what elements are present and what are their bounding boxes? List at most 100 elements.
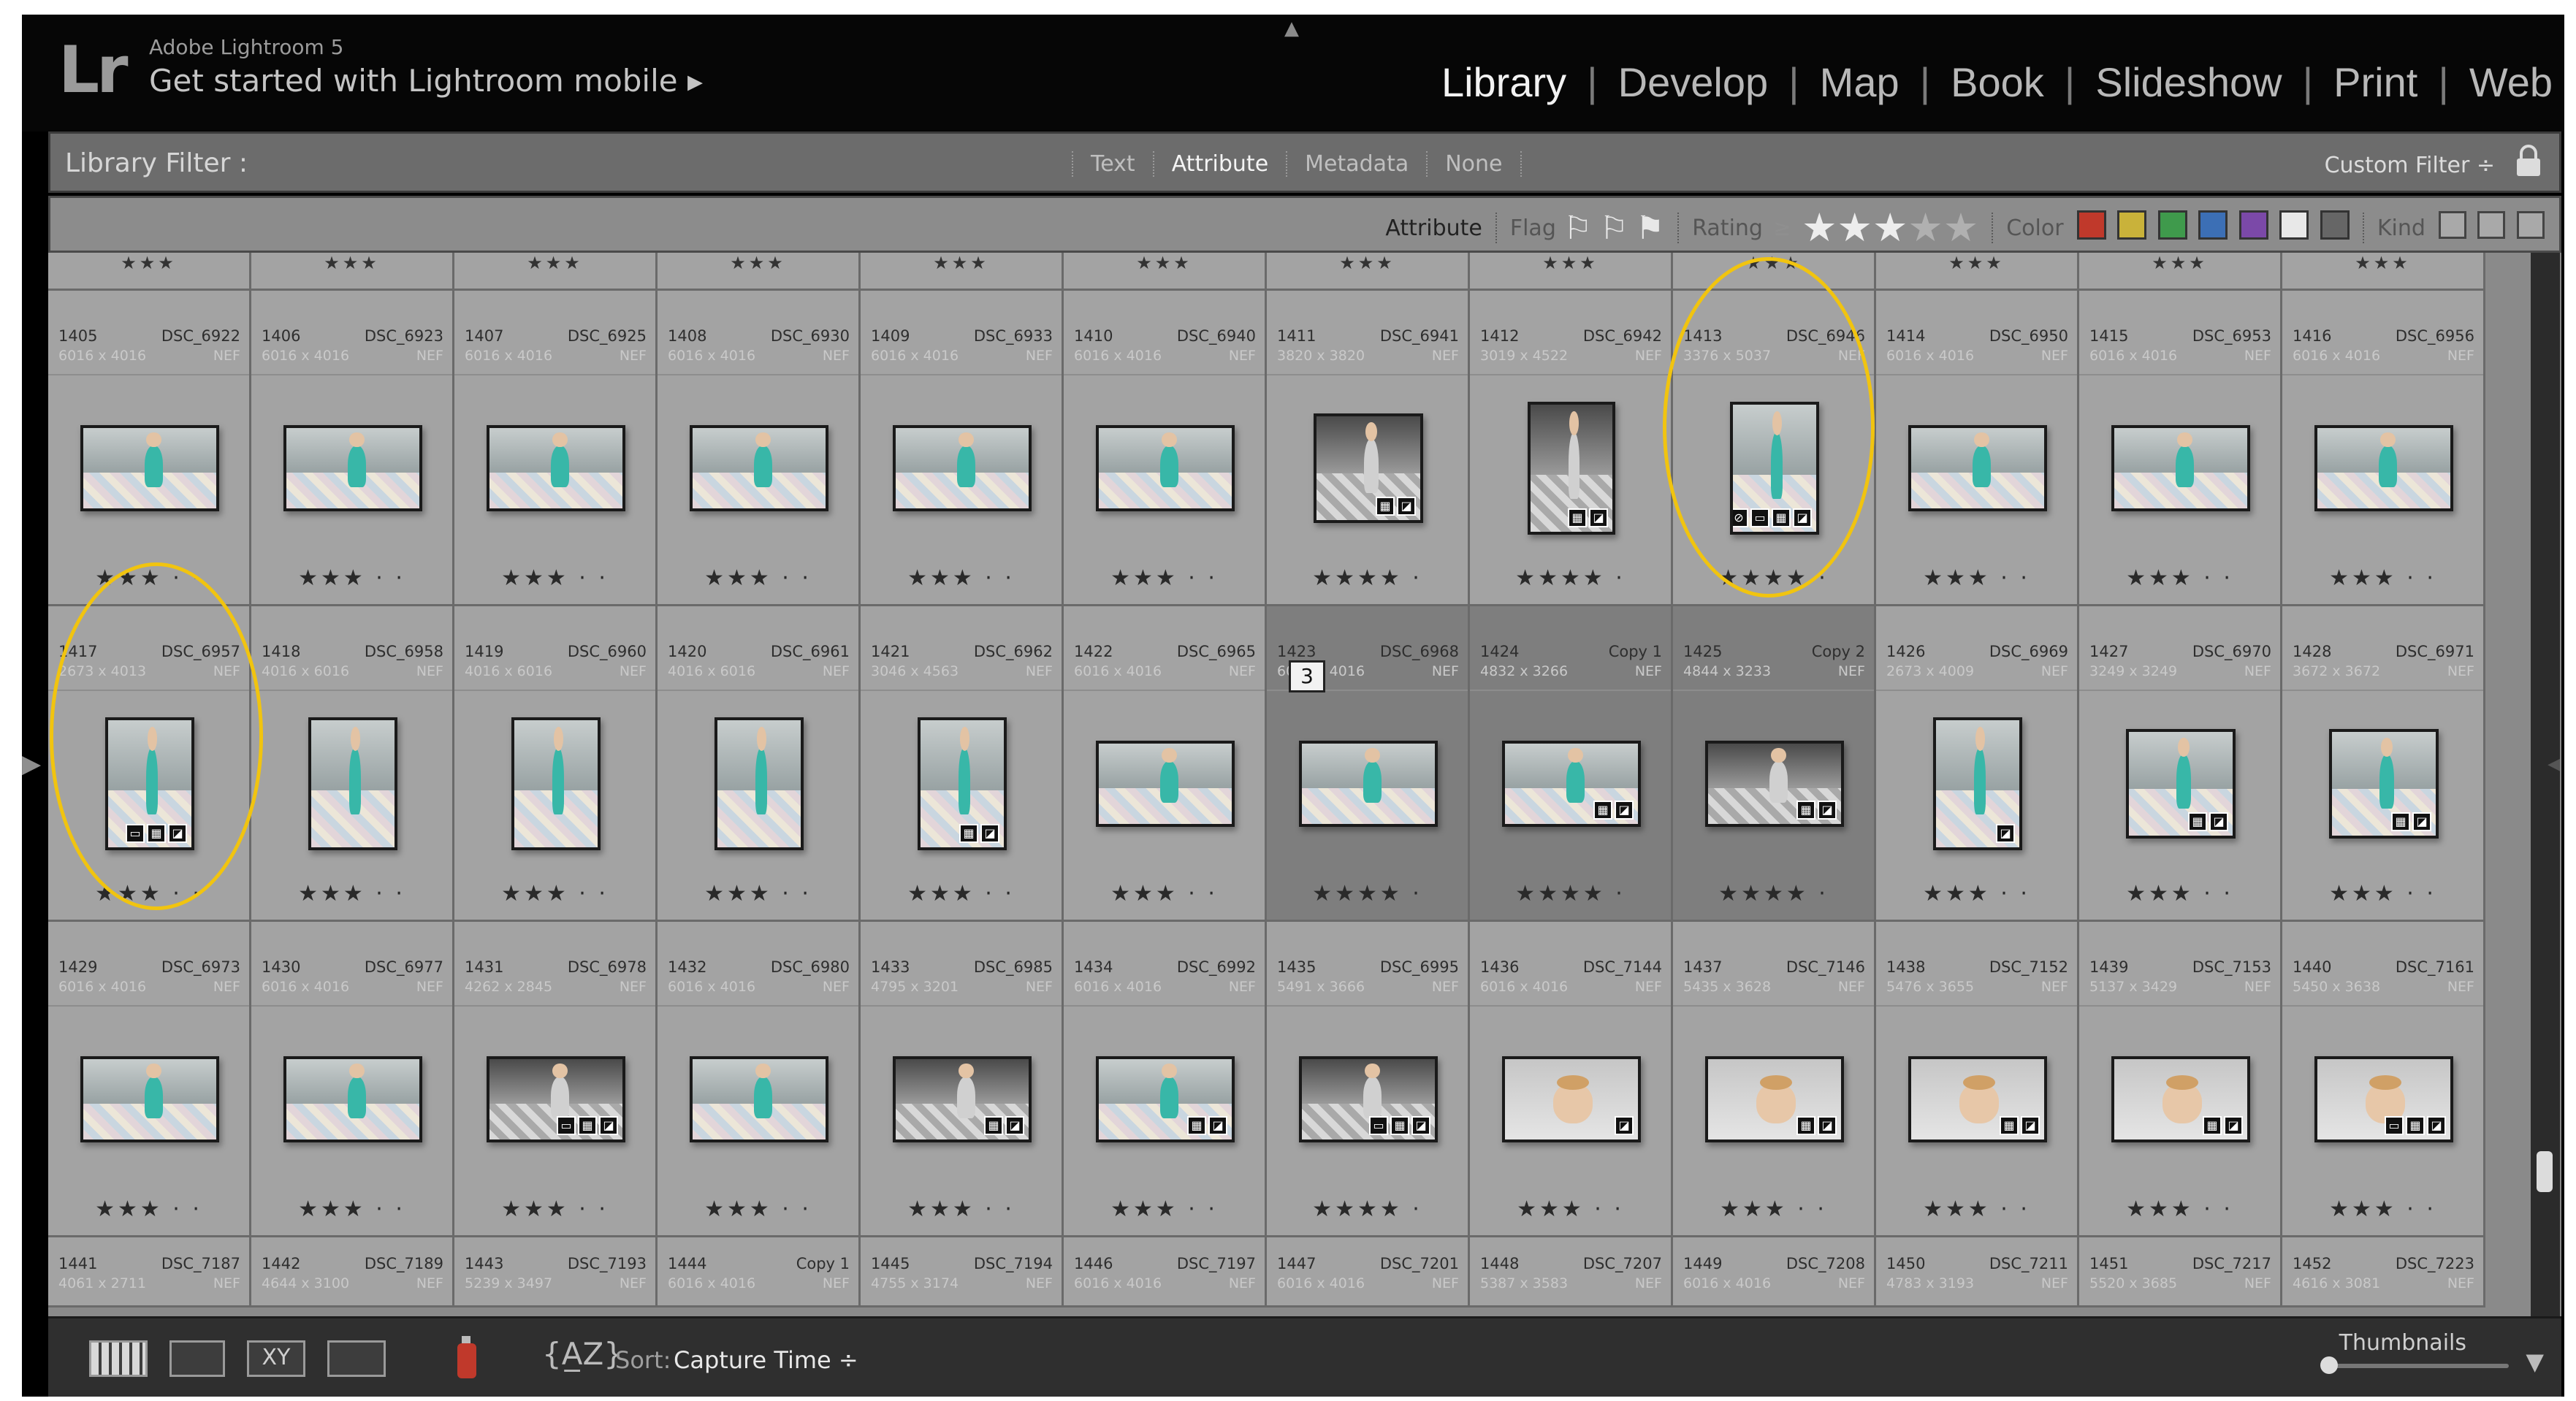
- photo-thumbnail[interactable]: [283, 1056, 422, 1142]
- photo-thumbnail[interactable]: [690, 425, 828, 511]
- rating-stars[interactable]: ★★★★ ·: [1470, 565, 1671, 591]
- photo-thumbnail[interactable]: ◪: [1502, 1056, 1641, 1142]
- grid-cell-partial[interactable]: ★★★: [2079, 253, 2282, 291]
- grid-cell[interactable]: 1407 DSC_6925 6016 x 4016 NEF ★★★ · ·: [454, 291, 658, 606]
- right-panel-toggle-icon[interactable]: ◀: [2548, 755, 2560, 774]
- photo-thumbnail[interactable]: [690, 1056, 828, 1142]
- rating-stars[interactable]: ★★★ · ·: [658, 565, 858, 591]
- develop-adjusted-icon[interactable]: ◪: [980, 824, 999, 843]
- photo-thumbnail[interactable]: ▦ ◪: [1705, 1056, 1844, 1142]
- photo-thumbnail[interactable]: ◪: [1933, 717, 2022, 850]
- mobile-link[interactable]: Get started with Lightroom mobile ▸: [149, 63, 703, 99]
- kind-virtual-copy-icon[interactable]: [2477, 211, 2506, 239]
- photo-thumbnail[interactable]: ▦ ◪: [1705, 741, 1844, 827]
- grid-cell[interactable]: 1437 DSC_7146 5435 x 3628 NEF ▦ ◪ ★★★ · ·: [1673, 922, 1876, 1237]
- cropped-icon[interactable]: ▦: [1568, 508, 1587, 527]
- grid-cell[interactable]: 1433 DSC_6985 4795 x 3201 NEF ▦ ◪ ★★★ · ·: [861, 922, 1064, 1237]
- rating-stars[interactable]: ★★★ · ·: [2282, 565, 2483, 591]
- photo-thumbnail[interactable]: [283, 425, 422, 511]
- rating-stars[interactable]: ★★★ · ·: [251, 881, 452, 906]
- grid-cell[interactable]: 1439 DSC_7153 5137 x 3429 NEF ▦ ◪ ★★★ · ·: [2079, 922, 2282, 1237]
- develop-adjusted-icon[interactable]: ◪: [1793, 508, 1812, 527]
- lock-icon[interactable]: [2514, 144, 2543, 179]
- grid-view-icon[interactable]: [89, 1340, 148, 1377]
- thumbnail-size-slider[interactable]: [2320, 1356, 2509, 1374]
- grid-cell-partial[interactable]: ★★★: [1064, 253, 1267, 291]
- photo-thumbnail[interactable]: [1908, 425, 2047, 511]
- flag-rejected-icon[interactable]: ⚑: [1636, 210, 1664, 247]
- develop-adjusted-icon[interactable]: ◪: [1615, 801, 1634, 820]
- survey-view-icon[interactable]: [327, 1340, 386, 1377]
- cropped-icon[interactable]: ▦: [2406, 1116, 2425, 1135]
- photo-thumbnail[interactable]: ▦ ◪: [1314, 413, 1423, 523]
- grid-cell[interactable]: 1409 DSC_6933 6016 x 4016 NEF ★★★ · ·: [861, 291, 1064, 606]
- rating-stars[interactable]: ★★★ · ·: [251, 565, 452, 591]
- module-print[interactable]: Print: [2333, 58, 2417, 106]
- photo-thumbnail[interactable]: [2111, 425, 2250, 511]
- grid-cell[interactable]: 1435 DSC_6995 5491 x 3666 NEF ▭ ▦ ◪ ★★★★ ·: [1267, 922, 1470, 1237]
- cropped-icon[interactable]: ▦: [959, 824, 978, 843]
- cropped-icon[interactable]: ▦: [1376, 497, 1395, 516]
- photo-thumbnail[interactable]: ▦ ◪: [1528, 402, 1615, 535]
- cropped-icon[interactable]: ▦: [984, 1116, 1003, 1135]
- rating-star-icon[interactable]: ★: [1908, 208, 1943, 248]
- develop-adjusted-icon[interactable]: ◪: [1397, 497, 1416, 516]
- develop-adjusted-icon[interactable]: ◪: [1411, 1116, 1430, 1135]
- grid-cell[interactable]: 1441 DSC_7187 4061 x 2711 NEF: [48, 1237, 251, 1308]
- rating-stars[interactable]: ★★★ · ·: [2079, 881, 2280, 906]
- sort-dropdown[interactable]: Capture Time ÷: [674, 1346, 858, 1374]
- grid-cell[interactable]: 1408 DSC_6930 6016 x 4016 NEF ★★★ · ·: [658, 291, 861, 606]
- grid-cell[interactable]: 1419 DSC_6960 4016 x 6016 NEF ★★★ · ·: [454, 606, 658, 922]
- custom-filter-dropdown[interactable]: Custom Filter ÷: [2325, 153, 2495, 178]
- grid-cell[interactable]: 1434 DSC_6992 6016 x 4016 NEF ▦ ◪ ★★★ · ·: [1064, 922, 1267, 1237]
- color-swatch-custom[interactable]: [2279, 210, 2309, 240]
- rating-stars[interactable]: ★★★★ ·: [1267, 565, 1468, 591]
- color-swatch-none[interactable]: [2320, 210, 2350, 240]
- rating-star-icon[interactable]: ★: [1943, 208, 1978, 248]
- filter-tab-metadata[interactable]: Metadata: [1286, 151, 1426, 177]
- grid-cell[interactable]: 1442 DSC_7189 4644 x 3100 NEF: [251, 1237, 454, 1308]
- develop-adjusted-icon[interactable]: ◪: [1818, 1116, 1837, 1135]
- grid-cell[interactable]: 1443 DSC_7193 5239 x 3497 NEF: [454, 1237, 658, 1308]
- module-slideshow[interactable]: Slideshow: [2095, 58, 2282, 106]
- photo-thumbnail[interactable]: [715, 717, 804, 850]
- rating-stars[interactable]: ★★★ · ·: [1064, 881, 1265, 906]
- grid-cell[interactable]: 1451 DSC_7217 5520 x 3685 NEF: [2079, 1237, 2282, 1308]
- grid-cell[interactable]: 1447 DSC_7201 6016 x 4016 NEF: [1267, 1237, 1470, 1308]
- grid-cell[interactable]: 1452 DSC_7223 4616 x 3081 NEF: [2282, 1237, 2485, 1308]
- filter-tab-attribute[interactable]: Attribute: [1152, 151, 1286, 177]
- rating-stars[interactable]: ★★★★ ·: [1267, 881, 1468, 906]
- thumbnail-grid[interactable]: ★★★ ★★★ ★★★ ★★★ ★★★ ★★★ ★★★ ★★★ ★★★ ★★★ ★★★ ★★★ 1405…: [48, 253, 2561, 1316]
- photo-thumbnail[interactable]: ▦ ◪: [2111, 1056, 2250, 1142]
- grid-cell[interactable]: 1450 DSC_7211 4783 x 3193 NEF: [1876, 1237, 2079, 1308]
- compare-view-icon[interactable]: XY: [247, 1340, 305, 1377]
- grid-cell-partial[interactable]: ★★★: [1470, 253, 1673, 291]
- loupe-view-icon[interactable]: [169, 1340, 225, 1377]
- cropped-icon[interactable]: ▦: [2000, 1116, 2019, 1135]
- grid-cell-partial[interactable]: ★★★: [251, 253, 454, 291]
- photo-thumbnail[interactable]: [80, 1056, 219, 1142]
- develop-adjusted-icon[interactable]: ◪: [168, 824, 187, 843]
- grid-cell[interactable]: 1427 DSC_6970 3249 x 3249 NEF ▦ ◪ ★★★ · ·: [2079, 606, 2282, 922]
- rating-stars[interactable]: ★★★ · ·: [454, 881, 655, 906]
- photo-thumbnail[interactable]: ▦ ◪: [893, 1056, 1032, 1142]
- photo-thumbnail[interactable]: ▦ ◪: [1096, 1056, 1235, 1142]
- rating-stars[interactable]: ★★★ · ·: [2282, 881, 2483, 906]
- rating-stars[interactable]: ★★★ · ·: [861, 565, 1062, 591]
- kind-master-icon[interactable]: [2438, 211, 2466, 239]
- rating-stars[interactable]: ★★★ · ·: [658, 881, 858, 906]
- develop-adjusted-icon[interactable]: ◪: [1818, 801, 1837, 820]
- grid-cell[interactable]: 1426 DSC_6969 2673 x 4009 NEF ◪ ★★★ · ·: [1876, 606, 2079, 922]
- cropped-icon[interactable]: ▦: [2203, 1116, 2222, 1135]
- grid-cell[interactable]: 1440 DSC_7161 5450 x 3638 NEF ▭ ▦ ◪ ★★★ · ·: [2282, 922, 2485, 1237]
- kind-video-icon[interactable]: [2517, 211, 2545, 239]
- grid-cell[interactable]: 1436 DSC_7144 6016 x 4016 NEF ◪ ★★★ · ·: [1470, 922, 1673, 1237]
- grid-cell[interactable]: 1449 DSC_7208 6016 x 4016 NEF: [1673, 1237, 1876, 1308]
- grid-cell-partial[interactable]: ★★★: [658, 253, 861, 291]
- develop-adjusted-icon[interactable]: ◪: [1005, 1116, 1024, 1135]
- photo-thumbnail[interactable]: ▦ ◪: [1908, 1056, 2047, 1142]
- cropped-icon[interactable]: ▦: [1593, 801, 1612, 820]
- grid-cell[interactable]: 1430 DSC_6977 6016 x 4016 NEF ★★★ · ·: [251, 922, 454, 1237]
- grid-cell[interactable]: 1416 DSC_6956 6016 x 4016 NEF ★★★ · ·: [2282, 291, 2485, 606]
- grid-cell-partial[interactable]: ★★★: [1673, 253, 1876, 291]
